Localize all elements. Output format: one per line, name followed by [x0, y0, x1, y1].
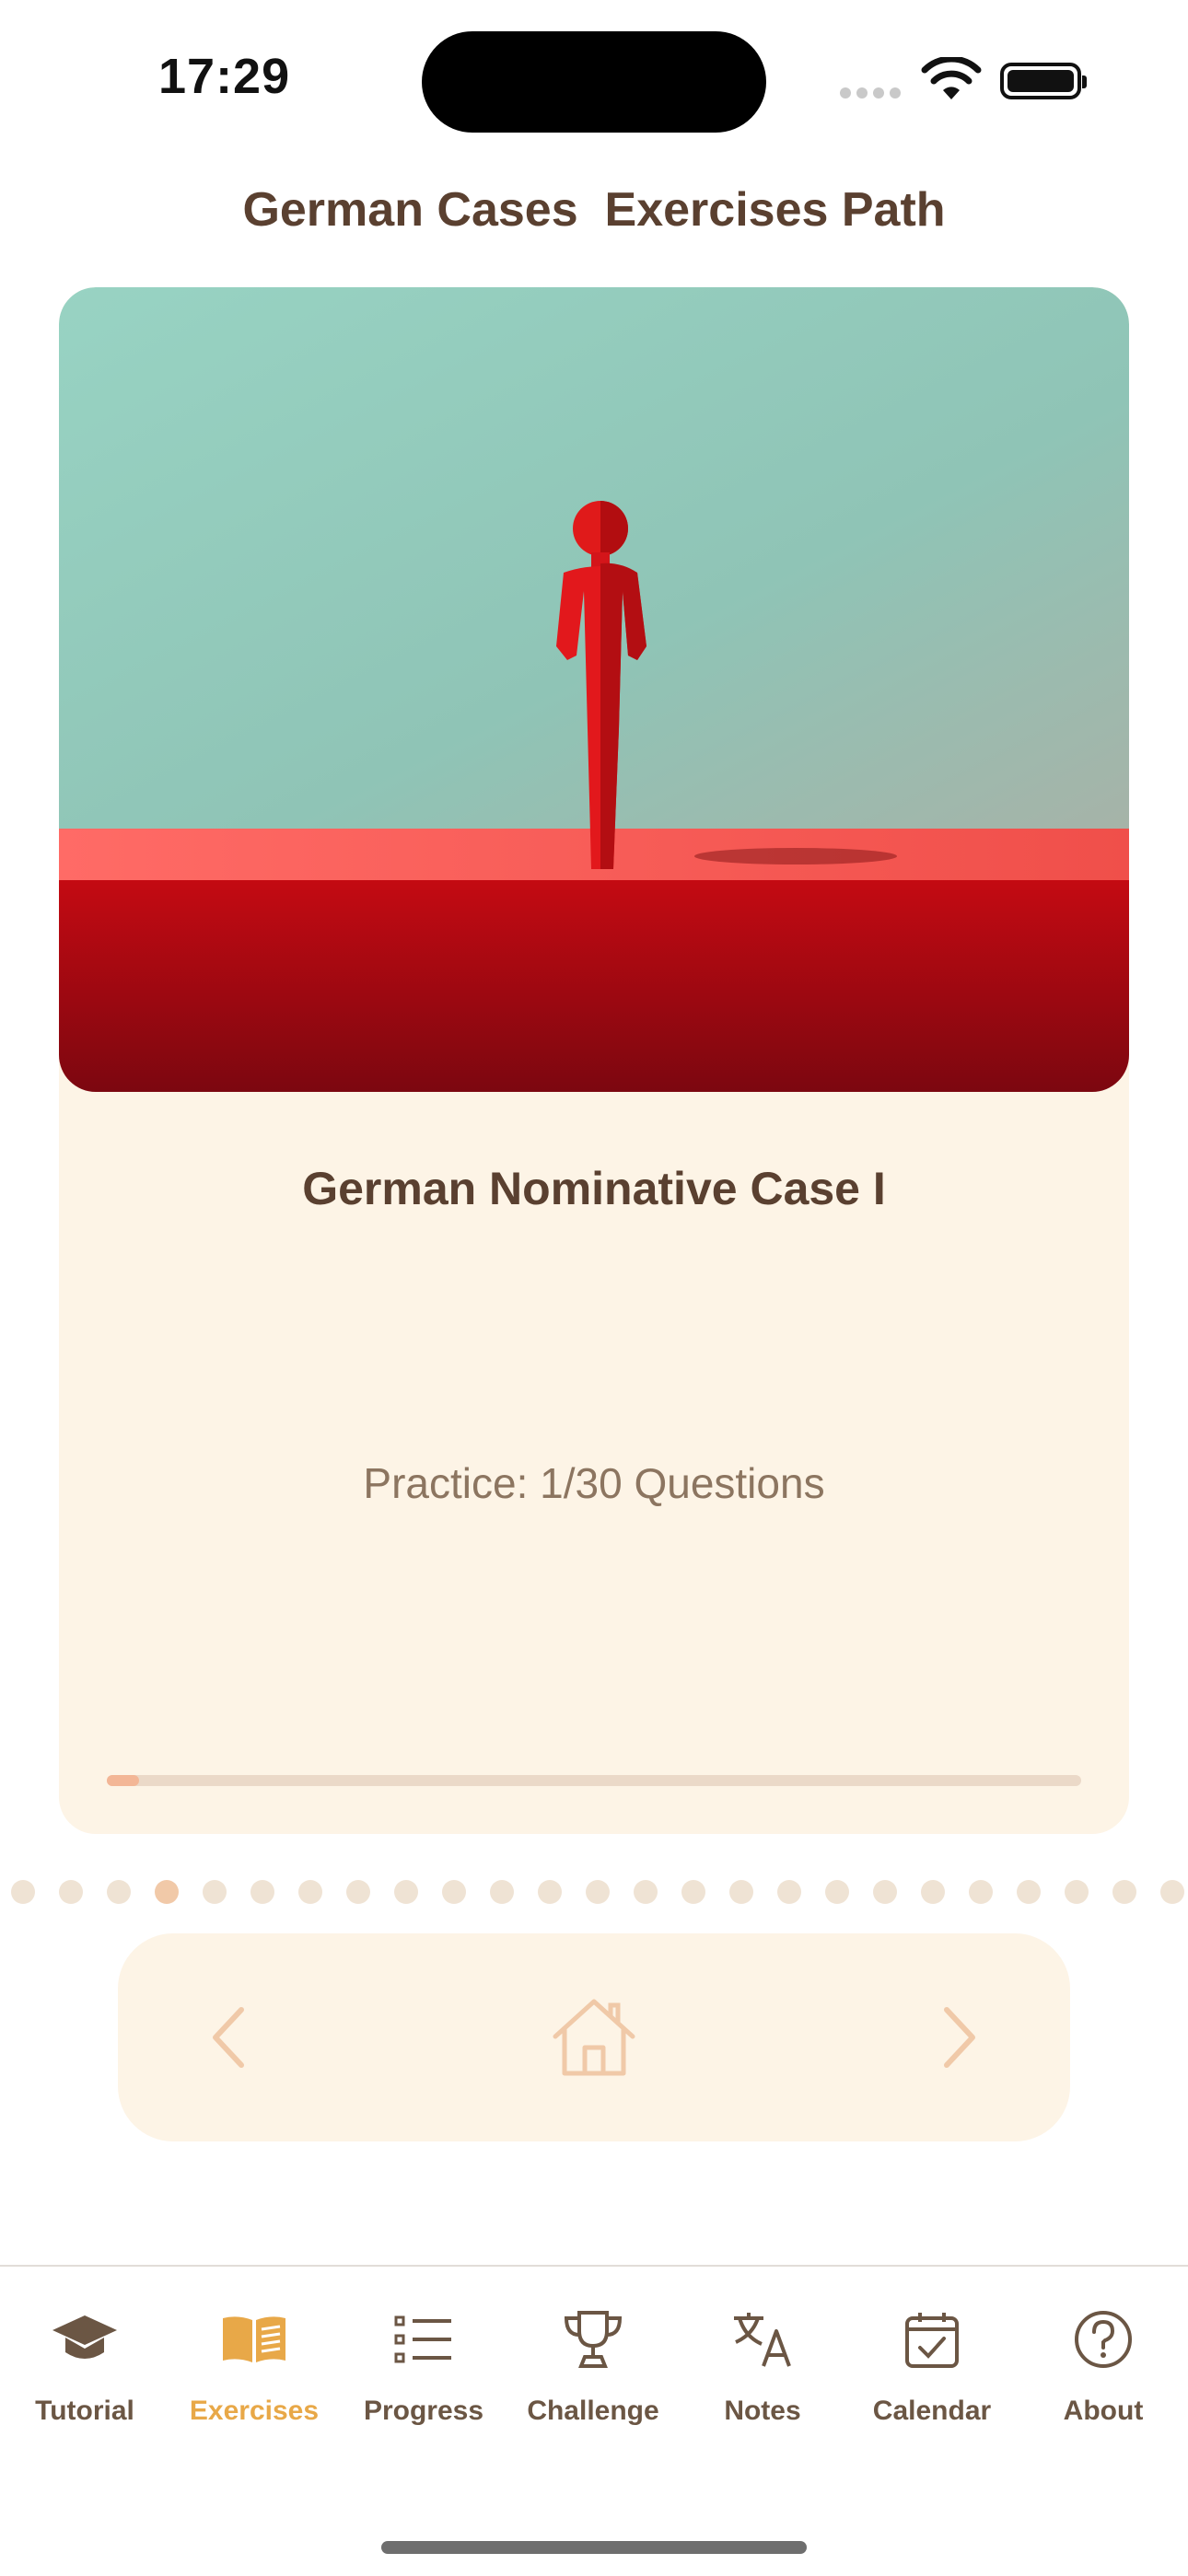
- page-dot[interactable]: [681, 1880, 705, 1904]
- practice-progress-fill: [107, 1775, 140, 1786]
- battery-icon: [1000, 63, 1087, 99]
- exercise-card[interactable]: German Nominative Case I Practice: 1/30 …: [59, 287, 1129, 1834]
- page-dot[interactable]: [634, 1880, 658, 1904]
- exercise-navigation-panel: [118, 1933, 1070, 2141]
- tab-about[interactable]: About: [1019, 2298, 1188, 2454]
- tab-challenge[interactable]: Challenge: [508, 2298, 678, 2454]
- page-dot[interactable]: [586, 1880, 610, 1904]
- tab-label: Calendar: [872, 2396, 992, 2426]
- graduation-cap-icon: [52, 2315, 117, 2359]
- page-dot[interactable]: [394, 1880, 418, 1904]
- tab-label: Progress: [363, 2396, 484, 2426]
- cellular-signal-icon: [840, 87, 906, 103]
- page-dot[interactable]: [490, 1880, 514, 1904]
- exercise-title: German Nominative Case I: [302, 1163, 886, 1214]
- page-dot[interactable]: [59, 1880, 83, 1904]
- dynamic-island: [422, 31, 766, 133]
- page-dot[interactable]: [777, 1880, 801, 1904]
- next-button[interactable]: [904, 1933, 1015, 2141]
- page-dot[interactable]: [107, 1880, 131, 1904]
- tab-label: About: [1063, 2396, 1144, 2426]
- list-bullets-icon: [394, 2315, 451, 2363]
- practice-progress-bar: [107, 1775, 1081, 1786]
- wifi-icon: [921, 57, 982, 99]
- page-dot[interactable]: [1112, 1880, 1136, 1904]
- page-title: German Cases Exercises Path: [242, 183, 946, 237]
- open-book-icon: [223, 2316, 285, 2362]
- previous-button[interactable]: [173, 1933, 284, 2141]
- practice-count: Practice: 1/30 Questions: [363, 1459, 825, 1507]
- page-dot[interactable]: [1017, 1880, 1041, 1904]
- page-dot[interactable]: [825, 1880, 849, 1904]
- translate-icon: [734, 2313, 791, 2367]
- tab-label: Tutorial: [35, 2396, 134, 2426]
- question-circle-icon: [1075, 2311, 1132, 2368]
- calendar-check-icon: [905, 2313, 959, 2368]
- tab-label: Notes: [724, 2396, 801, 2426]
- tab-progress[interactable]: Progress: [339, 2298, 508, 2454]
- page-dot[interactable]: [538, 1880, 562, 1904]
- page-dot[interactable]: [442, 1880, 466, 1904]
- trophy-icon: [564, 2311, 623, 2368]
- page-dot-active[interactable]: [155, 1880, 179, 1904]
- page-dot[interactable]: [346, 1880, 370, 1904]
- page-dot[interactable]: [1160, 1880, 1184, 1904]
- tab-calendar[interactable]: Calendar: [847, 2298, 1017, 2454]
- page-dot[interactable]: [203, 1880, 227, 1904]
- chevron-left-icon: [213, 2007, 244, 2068]
- exercise-illustration: [59, 287, 1129, 1092]
- tab-bar: Tutorial Exercises Progress Challenge No…: [0, 2265, 1188, 2576]
- home-indicator: [381, 2541, 807, 2554]
- tab-tutorial[interactable]: Tutorial: [0, 2298, 169, 2454]
- tab-exercises[interactable]: Exercises: [169, 2298, 339, 2454]
- page-dot[interactable]: [1065, 1880, 1089, 1904]
- page-dot[interactable]: [969, 1880, 993, 1904]
- page-dot[interactable]: [873, 1880, 897, 1904]
- page-dot[interactable]: [11, 1880, 35, 1904]
- house-icon: [553, 1999, 635, 2076]
- chevron-right-icon: [944, 2007, 975, 2068]
- home-button[interactable]: [532, 1933, 656, 2141]
- status-time: 17:29: [158, 49, 291, 104]
- page-dot[interactable]: [250, 1880, 274, 1904]
- page-dot[interactable]: [298, 1880, 322, 1904]
- page-dot[interactable]: [729, 1880, 753, 1904]
- tab-label: Exercises: [189, 2396, 320, 2426]
- status-bar: 17:29: [0, 0, 1188, 157]
- tab-label: Challenge: [527, 2396, 659, 2426]
- page-dot[interactable]: [921, 1880, 945, 1904]
- tab-notes[interactable]: Notes: [678, 2298, 847, 2454]
